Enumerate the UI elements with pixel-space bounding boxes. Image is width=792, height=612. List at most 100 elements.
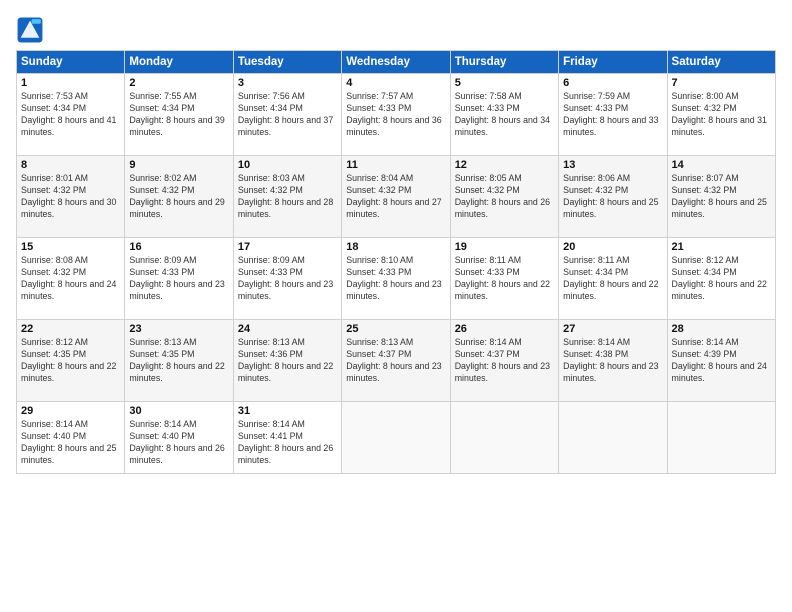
weekday-header-monday: Monday [125,51,233,74]
calendar-cell [667,402,775,474]
day-number: 1 [21,77,120,89]
cell-info: Sunrise: 8:14 AMSunset: 4:37 PMDaylight:… [455,337,550,383]
day-number: 15 [21,241,120,253]
day-number: 3 [238,77,337,89]
calendar-cell: 21Sunrise: 8:12 AMSunset: 4:34 PMDayligh… [667,238,775,320]
cell-info: Sunrise: 8:14 AMSunset: 4:39 PMDaylight:… [672,337,767,383]
day-number: 17 [238,241,337,253]
calendar-cell: 19 Sunrise: 8:11 AMSunset: 4:33 PMDayligh… [450,238,558,320]
calendar-cell [342,402,450,474]
cell-info: Sunrise: 8:02 AMSunset: 4:32 PMDaylight:… [129,173,224,219]
cell-info: Sunrise: 8:14 AMSunset: 4:40 PMDaylight:… [129,419,224,465]
cell-info: Sunrise: 7:53 AMSunset: 4:34 PMDaylight:… [21,91,116,137]
cell-info: Sunrise: 8:04 AMSunset: 4:32 PMDaylight:… [346,173,441,219]
calendar-week-row: 1 Sunrise: 7:53 AMSunset: 4:34 PMDaylight… [17,74,776,156]
calendar-cell: 29 Sunrise: 8:14 AMSunset: 4:40 PMDayligh… [17,402,125,474]
cell-info: Sunrise: 7:56 AMSunset: 4:34 PMDaylight:… [238,91,333,137]
day-number: 16 [129,241,228,253]
cell-info: Sunrise: 8:11 AMSunset: 4:33 PMDaylight:… [455,255,550,301]
calendar-cell: 31 Sunrise: 8:14 AMSunset: 4:41 PMDayligh… [233,402,341,474]
calendar-cell: 1 Sunrise: 7:53 AMSunset: 4:34 PMDaylight… [17,74,125,156]
day-number: 29 [21,405,120,417]
cell-info: Sunrise: 8:13 AMSunset: 4:35 PMDaylight:… [129,337,224,383]
day-number: 19 [455,241,554,253]
calendar-cell: 16 Sunrise: 8:09 AMSunset: 4:33 PMDayligh… [125,238,233,320]
calendar-cell: 10Sunrise: 8:03 AMSunset: 4:32 PMDayligh… [233,156,341,238]
calendar-cell: 27 Sunrise: 8:14 AMSunset: 4:38 PMDayligh… [559,320,667,402]
calendar-cell: 20 Sunrise: 8:11 AMSunset: 4:34 PMDayligh… [559,238,667,320]
cell-info: Sunrise: 8:05 AMSunset: 4:32 PMDaylight:… [455,173,550,219]
day-number: 6 [563,77,662,89]
day-number: 12 [455,159,554,171]
calendar-week-row: 22Sunrise: 8:12 AMSunset: 4:35 PMDayligh… [17,320,776,402]
weekday-header-row: SundayMondayTuesdayWednesdayThursdayFrid… [17,51,776,74]
calendar-cell: 17 Sunrise: 8:09 AMSunset: 4:33 PMDayligh… [233,238,341,320]
cell-info: Sunrise: 8:10 AMSunset: 4:33 PMDaylight:… [346,255,441,301]
calendar-cell: 23 Sunrise: 8:13 AMSunset: 4:35 PMDayligh… [125,320,233,402]
cell-info: Sunrise: 8:13 AMSunset: 4:37 PMDaylight:… [346,337,441,383]
cell-info: Sunrise: 8:14 AMSunset: 4:40 PMDaylight:… [21,419,116,465]
cell-info: Sunrise: 8:09 AMSunset: 4:33 PMDaylight:… [129,255,224,301]
day-number: 25 [346,323,445,335]
day-number: 28 [672,323,771,335]
weekday-header-sunday: Sunday [17,51,125,74]
cell-info: Sunrise: 8:14 AMSunset: 4:38 PMDaylight:… [563,337,658,383]
calendar-cell: 28 Sunrise: 8:14 AMSunset: 4:39 PMDayligh… [667,320,775,402]
cell-info: Sunrise: 7:58 AMSunset: 4:33 PMDaylight:… [455,91,550,137]
calendar-cell: 12 Sunrise: 8:05 AMSunset: 4:32 PMDayligh… [450,156,558,238]
cell-info: Sunrise: 8:01 AMSunset: 4:32 PMDaylight:… [21,173,116,219]
day-number: 2 [129,77,228,89]
day-number: 11 [346,159,445,171]
calendar-cell: 26 Sunrise: 8:14 AMSunset: 4:37 PMDayligh… [450,320,558,402]
weekday-header-saturday: Saturday [667,51,775,74]
day-number: 31 [238,405,337,417]
day-number: 30 [129,405,228,417]
day-number: 8 [21,159,120,171]
cell-info: Sunrise: 8:13 AMSunset: 4:36 PMDaylight:… [238,337,333,383]
day-number: 10 [238,159,337,171]
cell-info: Sunrise: 8:12 AMSunset: 4:35 PMDaylight:… [21,337,116,383]
cell-info: Sunrise: 8:14 AMSunset: 4:41 PMDaylight:… [238,419,333,465]
cell-info: Sunrise: 8:12 AMSunset: 4:34 PMDaylight:… [672,255,767,301]
cell-info: Sunrise: 8:00 AMSunset: 4:32 PMDaylight:… [672,91,767,137]
calendar-cell: 7 Sunrise: 8:00 AMSunset: 4:32 PMDaylight… [667,74,775,156]
cell-info: Sunrise: 7:55 AMSunset: 4:34 PMDaylight:… [129,91,224,137]
calendar-cell: 9 Sunrise: 8:02 AMSunset: 4:32 PMDaylight… [125,156,233,238]
day-number: 13 [563,159,662,171]
calendar-cell: 11 Sunrise: 8:04 AMSunset: 4:32 PMDayligh… [342,156,450,238]
day-number: 18 [346,241,445,253]
day-number: 20 [563,241,662,253]
calendar-week-row: 29 Sunrise: 8:14 AMSunset: 4:40 PMDayligh… [17,402,776,474]
day-number: 26 [455,323,554,335]
weekday-header-friday: Friday [559,51,667,74]
day-number: 14 [672,159,771,171]
calendar-cell: 24Sunrise: 8:13 AMSunset: 4:36 PMDayligh… [233,320,341,402]
day-number: 5 [455,77,554,89]
day-number: 7 [672,77,771,89]
cell-info: Sunrise: 7:59 AMSunset: 4:33 PMDaylight:… [563,91,658,137]
calendar-cell: 2 Sunrise: 7:55 AMSunset: 4:34 PMDaylight… [125,74,233,156]
calendar-cell: 25 Sunrise: 8:13 AMSunset: 4:37 PMDayligh… [342,320,450,402]
calendar-cell: 14 Sunrise: 8:07 AMSunset: 4:32 PMDayligh… [667,156,775,238]
weekday-header-wednesday: Wednesday [342,51,450,74]
calendar-table: SundayMondayTuesdayWednesdayThursdayFrid… [16,50,776,474]
main-container: SundayMondayTuesdayWednesdayThursdayFrid… [0,0,792,484]
cell-info: Sunrise: 8:11 AMSunset: 4:34 PMDaylight:… [563,255,658,301]
calendar-cell: 6 Sunrise: 7:59 AMSunset: 4:33 PMDaylight… [559,74,667,156]
cell-info: Sunrise: 8:06 AMSunset: 4:32 PMDaylight:… [563,173,658,219]
cell-info: Sunrise: 8:07 AMSunset: 4:32 PMDaylight:… [672,173,767,219]
calendar-cell: 13 Sunrise: 8:06 AMSunset: 4:32 PMDayligh… [559,156,667,238]
day-number: 27 [563,323,662,335]
cell-info: Sunrise: 8:08 AMSunset: 4:32 PMDaylight:… [21,255,116,301]
calendar-cell: 18 Sunrise: 8:10 AMSunset: 4:33 PMDayligh… [342,238,450,320]
calendar-cell: 30 Sunrise: 8:14 AMSunset: 4:40 PMDayligh… [125,402,233,474]
cell-info: Sunrise: 7:57 AMSunset: 4:33 PMDaylight:… [346,91,441,137]
calendar-cell [559,402,667,474]
calendar-week-row: 15 Sunrise: 8:08 AMSunset: 4:32 PMDayligh… [17,238,776,320]
calendar-cell: 22Sunrise: 8:12 AMSunset: 4:35 PMDayligh… [17,320,125,402]
day-number: 23 [129,323,228,335]
weekday-header-tuesday: Tuesday [233,51,341,74]
cell-info: Sunrise: 8:09 AMSunset: 4:33 PMDaylight:… [238,255,333,301]
day-number: 9 [129,159,228,171]
header [16,16,776,44]
